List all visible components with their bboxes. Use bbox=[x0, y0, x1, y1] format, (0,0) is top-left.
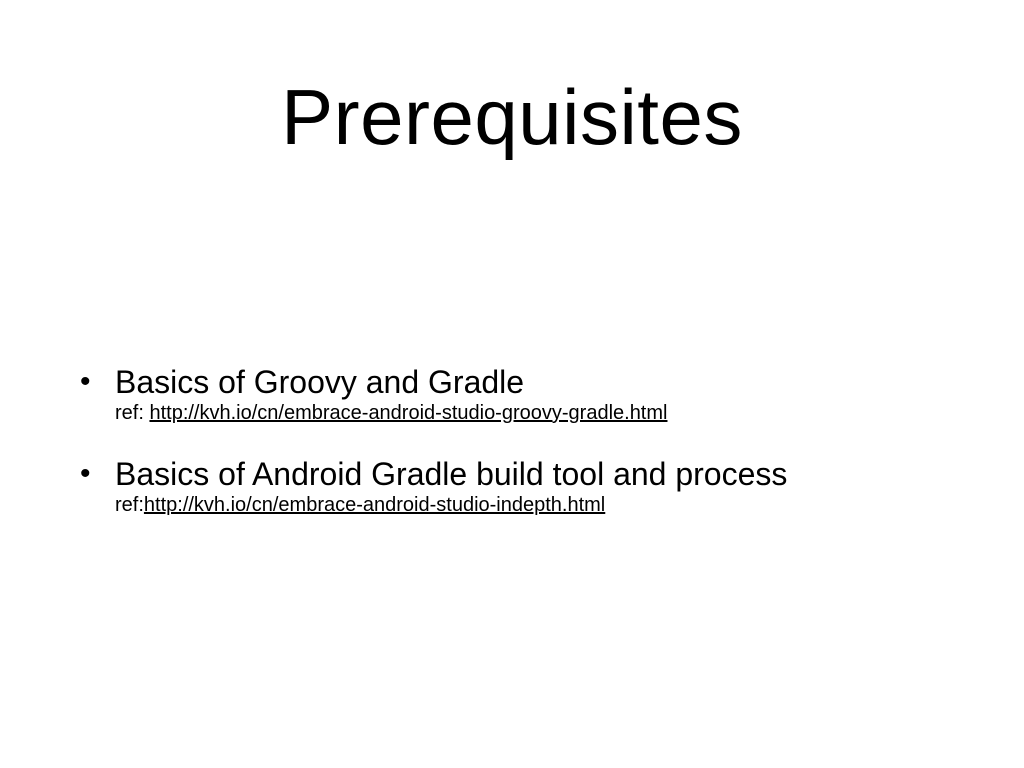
ref-link[interactable]: http://kvh.io/cn/embrace-android-studio-… bbox=[144, 494, 605, 516]
bullet-ref: ref: http://kvh.io/cn/embrace-android-st… bbox=[115, 400, 980, 426]
bullet-ref: ref:http://kvh.io/cn/embrace-android-stu… bbox=[115, 492, 980, 518]
bullet-item: • Basics of Groovy and Gradle ref: http:… bbox=[80, 364, 980, 426]
ref-link[interactable]: http://kvh.io/cn/embrace-android-studio-… bbox=[149, 402, 667, 424]
bullet-heading: Basics of Android Gradle build tool and … bbox=[115, 456, 788, 492]
bullet-icon: • bbox=[80, 365, 91, 398]
slide: Prerequisites • Basics of Groovy and Gra… bbox=[0, 0, 1024, 768]
bullet-item: • Basics of Android Gradle build tool an… bbox=[80, 456, 980, 518]
ref-prefix: ref: bbox=[115, 402, 150, 424]
slide-title: Prerequisites bbox=[281, 73, 743, 161]
bullet-list: • Basics of Groovy and Gradle ref: http:… bbox=[80, 364, 980, 548]
bullet-heading: Basics of Groovy and Gradle bbox=[115, 364, 525, 400]
bullet-icon: • bbox=[80, 457, 91, 490]
ref-prefix: ref: bbox=[115, 494, 144, 516]
